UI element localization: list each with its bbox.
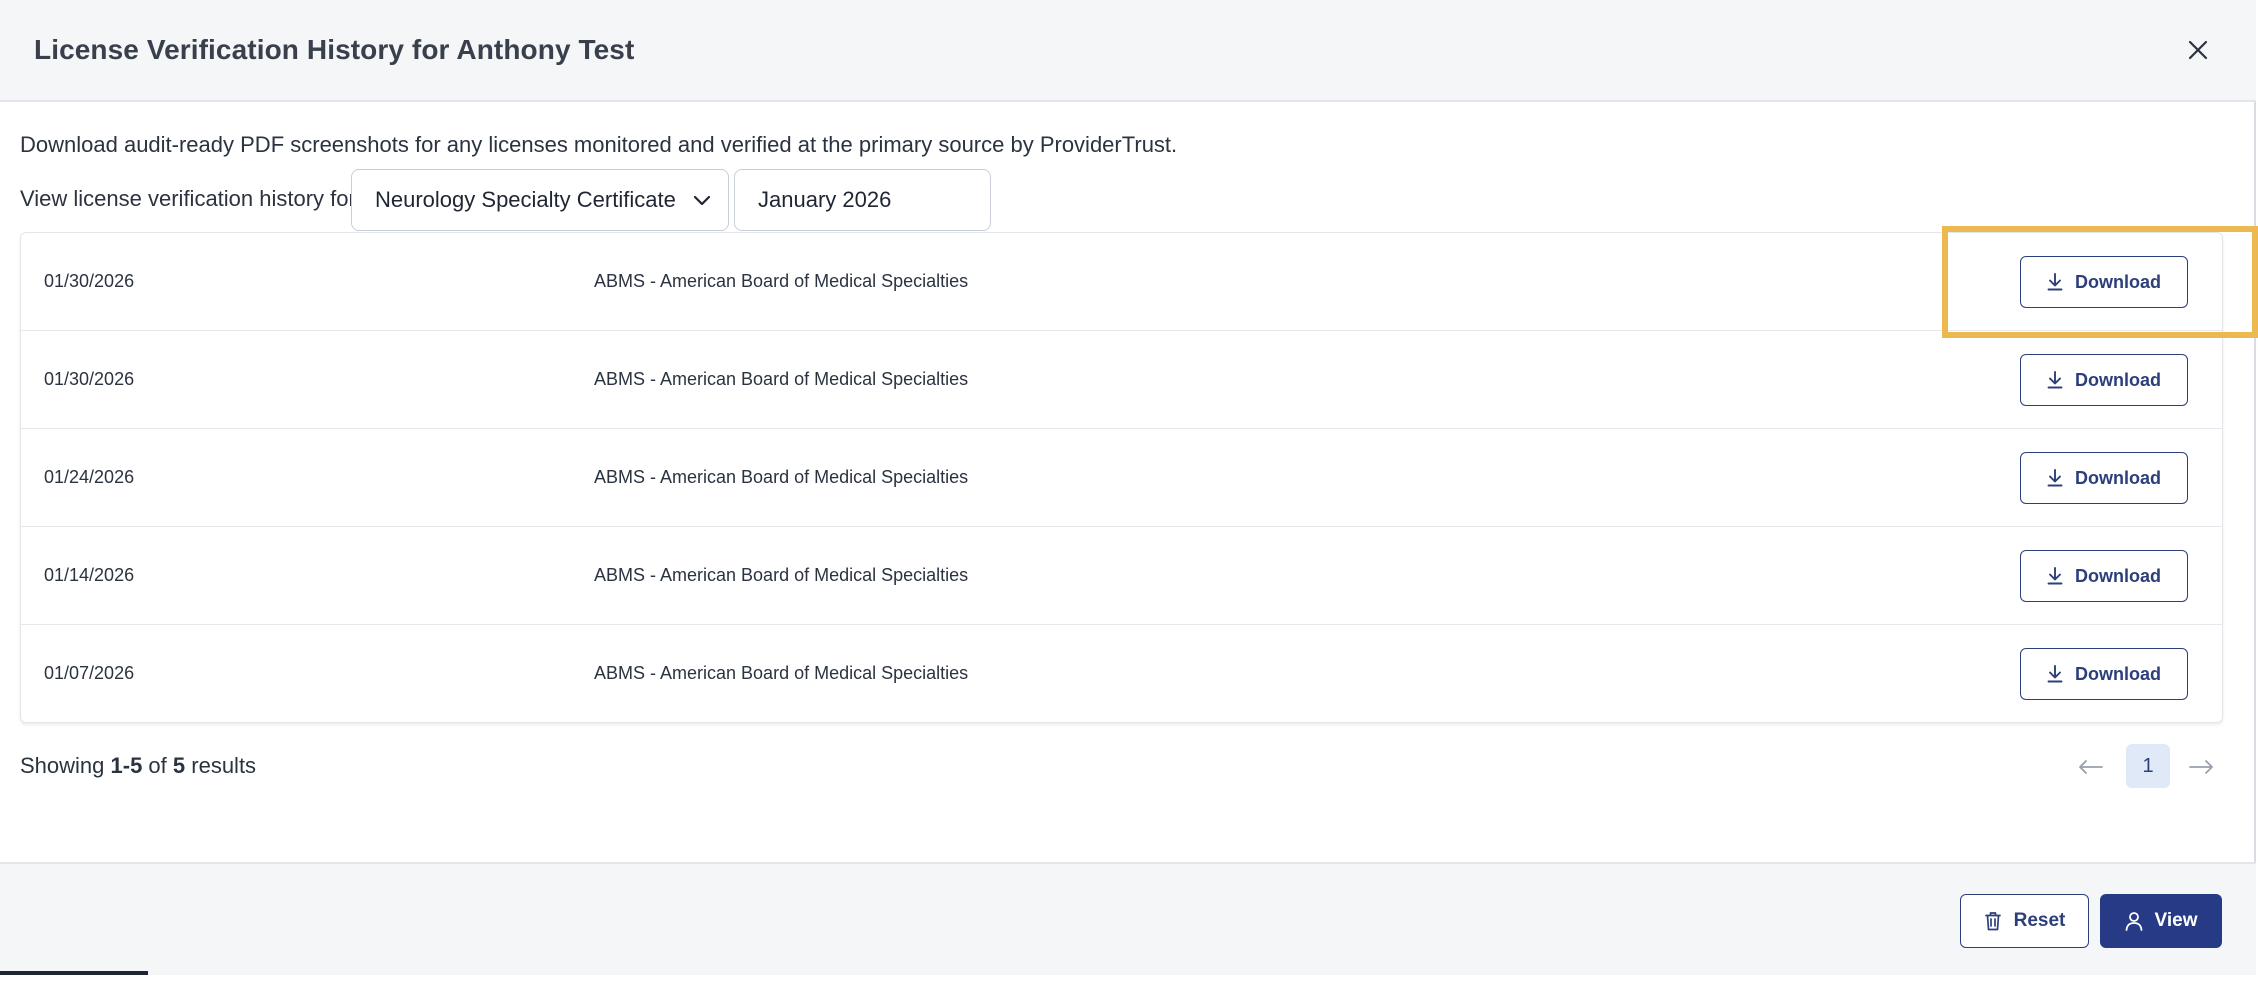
next-page-button[interactable]	[2184, 750, 2218, 784]
filter-label: View license verification history for:	[20, 186, 362, 211]
row-source: ABMS - American Board of Medical Special…	[594, 467, 969, 487]
month-field[interactable]: January 2026	[734, 169, 991, 231]
results-summary: Showing 1-5 of 5 results	[20, 753, 256, 779]
table-row: 01/30/2026 ABMS - American Board of Medi…	[21, 331, 2222, 429]
row-date: 01/30/2026	[44, 271, 135, 291]
row-date: 01/07/2026	[44, 663, 135, 683]
download-icon	[2047, 665, 2063, 683]
trash-icon	[1984, 912, 2001, 931]
license-select-value: Neurology Specialty Certificate	[375, 187, 676, 212]
page-number-button[interactable]: 1	[2126, 744, 2170, 788]
close-button[interactable]	[2180, 32, 2216, 68]
row-date: 01/14/2026	[44, 565, 135, 585]
scroll-indicator	[0, 971, 148, 975]
results-range: 1-5	[110, 753, 143, 778]
arrow-right-icon	[2189, 760, 2213, 774]
download-button[interactable]: Download	[2020, 452, 2188, 504]
results-total: 5	[172, 753, 186, 778]
download-label: Download	[2075, 663, 2161, 684]
download-label: Download	[2075, 565, 2161, 586]
verification-table: 01/30/2026 ABMS - American Board of Medi…	[20, 232, 2223, 723]
reset-button[interactable]: Reset	[1960, 894, 2089, 948]
modal-footer: Reset View	[0, 862, 2256, 975]
download-icon	[2047, 567, 2063, 585]
table-row: 01/24/2026 ABMS - American Board of Medi…	[21, 429, 2222, 527]
license-history-modal: License Verification History for Anthony…	[0, 0, 2258, 975]
row-date: 01/30/2026	[44, 369, 135, 389]
row-source: ABMS - American Board of Medical Special…	[594, 271, 969, 291]
table-row: 01/07/2026 ABMS - American Board of Medi…	[21, 625, 2222, 723]
view-button[interactable]: View	[2100, 894, 2222, 948]
intro-text: Download audit-ready PDF screenshots for…	[20, 132, 1178, 157]
row-source: ABMS - American Board of Medical Special…	[594, 663, 969, 683]
row-source: ABMS - American Board of Medical Special…	[594, 565, 969, 585]
arrow-left-icon	[2079, 760, 2103, 774]
view-label: View	[2154, 910, 2198, 931]
table-row: 01/14/2026 ABMS - American Board of Medi…	[21, 527, 2222, 625]
chevron-down-icon	[693, 195, 711, 206]
reset-label: Reset	[2013, 910, 2066, 931]
license-select[interactable]: Neurology Specialty Certificate	[351, 169, 729, 231]
download-icon	[2047, 469, 2063, 487]
user-icon	[2125, 912, 2142, 931]
previous-page-button[interactable]	[2074, 750, 2108, 784]
results-prefix: Showing	[20, 753, 111, 778]
results-of: of	[142, 753, 173, 778]
highlight-box	[1942, 226, 2258, 338]
results-suffix: results	[185, 753, 257, 778]
download-button[interactable]: Download	[2020, 550, 2188, 602]
table-row: 01/30/2026 ABMS - American Board of Medi…	[21, 233, 2222, 331]
row-date: 01/24/2026	[44, 467, 135, 487]
download-button[interactable]: Download	[2020, 354, 2188, 406]
close-icon	[2188, 40, 2208, 60]
row-source: ABMS - American Board of Medical Special…	[594, 369, 969, 389]
modal-title: License Verification History for Anthony…	[34, 34, 635, 65]
download-button[interactable]: Download	[2020, 648, 2188, 700]
download-label: Download	[2075, 467, 2161, 488]
download-label: Download	[2075, 369, 2161, 390]
modal-header: License Verification History for Anthony…	[0, 0, 2256, 102]
download-icon	[2047, 371, 2063, 389]
